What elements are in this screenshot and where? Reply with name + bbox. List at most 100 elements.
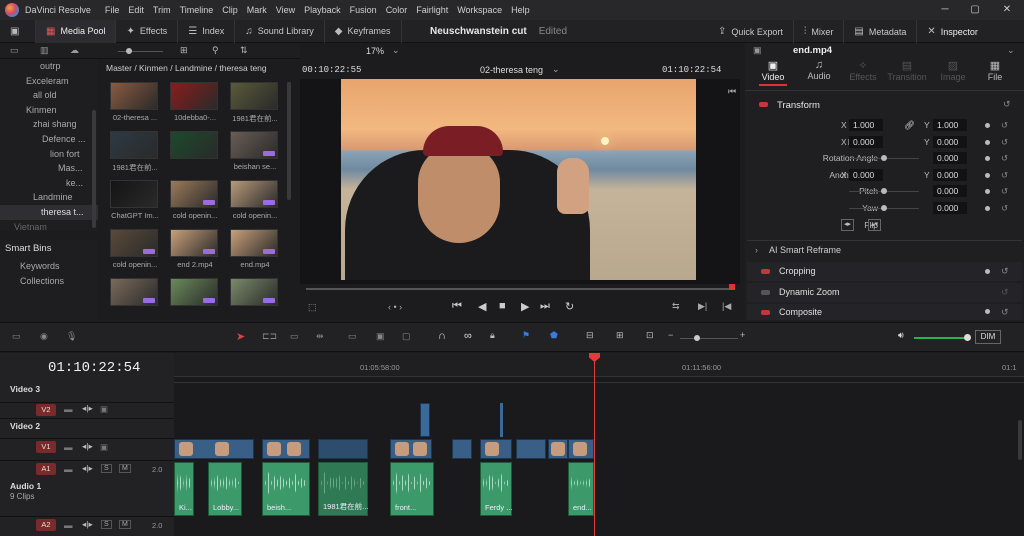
panel-toggle-button[interactable]: ▣ [0, 19, 36, 43]
composite-section[interactable]: Composite ↺ [747, 304, 1022, 320]
list-view-icon[interactable]: ▭ [10, 45, 19, 56]
timeline-scrollbar[interactable] [1018, 420, 1022, 460]
track-enable-icon[interactable]: ▣ [100, 404, 108, 415]
video-clip[interactable] [452, 439, 472, 459]
clip-grid-scrollbar[interactable] [287, 82, 291, 200]
flip-vertical-icon[interactable]: ▴▾ [868, 219, 881, 231]
clip-thumbnail[interactable] [226, 278, 284, 326]
clip-thumbnail[interactable]: cold openin... [166, 180, 224, 228]
smart-bin-keywords[interactable]: Keywords [0, 259, 98, 274]
clip-thumbnail[interactable]: cold openin... [226, 180, 284, 228]
bin-item[interactable]: ke... [0, 176, 98, 191]
audio-clip[interactable]: Ki... [174, 462, 194, 516]
tab-audio[interactable]: ♫ Audio [797, 59, 841, 91]
anchor-x-field[interactable]: 0.000 [849, 168, 883, 181]
keyframes-button[interactable]: ◆ Keyframes [325, 19, 402, 43]
thumbnail-size-slider[interactable] [118, 48, 163, 54]
clip-thumbnail[interactable] [166, 131, 224, 179]
auto-select-icon[interactable]: ◂|▸ [82, 441, 93, 452]
audio-clip[interactable]: front... [390, 462, 434, 516]
skip-forward-icon[interactable]: ⏭ [540, 300, 550, 313]
minimize-icon[interactable]: ─ [930, 0, 960, 20]
skip-back-icon[interactable]: ⏮ [452, 300, 462, 313]
video-clip[interactable] [568, 439, 594, 459]
tab-video[interactable]: ▣ Video [751, 59, 795, 91]
yaw-field[interactable]: 0.000 [933, 202, 967, 214]
collapse-icon[interactable]: ⌄ [1007, 45, 1015, 56]
volume-icon[interactable]: 🔊︎ [898, 330, 904, 341]
clip-thumbnail[interactable]: cold openin... [106, 229, 164, 277]
bin-item[interactable]: outrp [0, 59, 98, 74]
search-icon[interactable]: ⚲ [212, 45, 219, 56]
smart-bin-collections[interactable]: Collections [0, 274, 98, 289]
pitch-slider[interactable] [849, 188, 919, 195]
position-x-field[interactable]: 0.000 [849, 135, 883, 148]
selection-tool-icon[interactable]: ➤ [236, 330, 245, 343]
slider-knob[interactable] [881, 188, 887, 195]
tab-file[interactable]: ▦ File [973, 59, 1017, 91]
menu-help[interactable]: Help [511, 5, 530, 15]
slider-knob[interactable] [881, 155, 887, 162]
video-clip[interactable] [516, 439, 546, 459]
video-clip[interactable] [174, 439, 254, 459]
audio-clip[interactable]: beish... [262, 462, 310, 516]
menu-workspace[interactable]: Workspace [457, 5, 502, 15]
dim-button[interactable]: DIM [975, 330, 1001, 344]
menu-fairlight[interactable]: Fairlight [416, 5, 448, 15]
layout-icon[interactable]: ▭ [12, 331, 21, 342]
bin-item[interactable]: Defence ... [0, 132, 98, 147]
mark-icon[interactable]: |◀ [722, 301, 731, 312]
media-pool-button[interactable]: ▦ Media Pool [36, 19, 117, 43]
menu-clip[interactable]: Clip [222, 5, 238, 15]
bin-item[interactable]: zhai shang [0, 117, 98, 132]
scrub-bar[interactable] [306, 288, 734, 290]
playhead-marker[interactable] [729, 284, 735, 290]
chevron-down-icon[interactable]: ⌄ [552, 64, 560, 75]
reset-icon[interactable]: ↺ [1001, 183, 1008, 200]
index-button[interactable]: ☰ Index [178, 19, 236, 43]
reset-icon[interactable]: ↺ [1001, 134, 1008, 151]
clip-thumbnail[interactable]: 1981君在前... [226, 82, 284, 130]
bin-item[interactable]: Vietnam [0, 220, 98, 231]
auto-select-icon[interactable]: ◂|▸ [82, 403, 93, 414]
trim-tool-icon[interactable]: ⊏⊐ [262, 331, 277, 342]
keyframe-icon[interactable] [985, 206, 990, 211]
reset-icon[interactable]: ↺ [1001, 117, 1008, 134]
menu-playback[interactable]: Playback [304, 5, 341, 15]
zoom-out-icon[interactable]: − [668, 330, 673, 340]
play-icon[interactable]: ▶ [521, 300, 529, 313]
inspector-layout-icon[interactable]: ▣ [753, 45, 762, 56]
enable-toggle-icon[interactable] [761, 290, 770, 295]
next-clip-icon[interactable]: ▶| [698, 301, 707, 312]
zoom-detail-icon[interactable]: ⊞ [616, 330, 624, 341]
flip-horizontal-icon[interactable]: ◂▸ [841, 219, 854, 231]
menu-edit[interactable]: Edit [128, 5, 144, 15]
grid-view-icon[interactable]: ⊞ [180, 45, 188, 56]
restore-icon[interactable]: ▢ [960, 0, 990, 20]
mute-button[interactable]: M [119, 464, 131, 473]
track-enable-icon[interactable]: ▣ [100, 442, 108, 453]
zoom-x-field[interactable]: 1.000 [849, 119, 883, 131]
clip-thumbnail[interactable]: ChatGPT Im... [106, 180, 164, 228]
bin-item[interactable]: Mas... [0, 161, 98, 176]
jog-icon[interactable]: ‹ • › [388, 302, 402, 312]
zoom-level[interactable]: 17% [366, 46, 384, 56]
bin-icon[interactable]: ▥ [40, 45, 49, 56]
enable-toggle-icon[interactable] [761, 310, 770, 315]
audio-clip[interactable]: 1981君在前... [318, 462, 368, 516]
smart-reframe-section[interactable]: › AI Smart Reframe [747, 240, 1022, 259]
keyframe-icon[interactable] [985, 269, 990, 274]
menu-fusion[interactable]: Fusion [350, 5, 377, 15]
metadata-button[interactable]: ▤ Metadata [844, 20, 918, 43]
menu-color[interactable]: Color [386, 5, 408, 15]
slider-knob[interactable] [694, 335, 700, 341]
video-clip[interactable] [390, 439, 432, 459]
cloud-icon[interactable]: ☁ [70, 45, 79, 56]
quick-export-button[interactable]: ⇪ Quick Export [708, 20, 794, 43]
audio-clip[interactable]: Lobby... [208, 462, 242, 516]
flag-icon[interactable]: ⚑ [522, 330, 530, 341]
track-tag[interactable]: A2 [36, 519, 56, 531]
link-icon[interactable]: 🔗︎ [904, 117, 915, 134]
replace-icon[interactable]: ▢ [402, 331, 411, 342]
effects-button[interactable]: ✦ Effects [116, 19, 179, 43]
